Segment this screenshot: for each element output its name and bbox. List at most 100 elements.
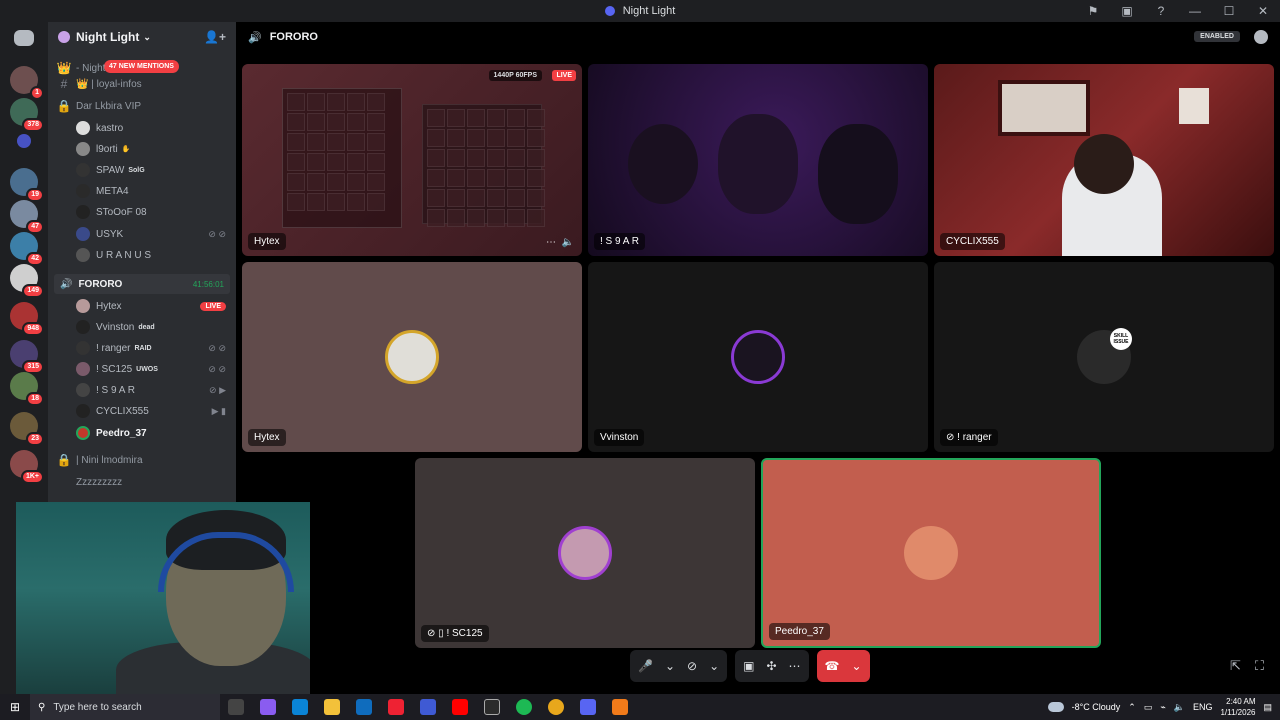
inbox-icon[interactable]: ⚑ (1076, 0, 1110, 22)
file-explorer-icon[interactable] (324, 699, 340, 715)
add-member-icon[interactable]: 👤+ (204, 30, 226, 44)
screen-share-icon[interactable]: ▣ (743, 659, 754, 673)
notification-icon[interactable]: ▤ (1263, 702, 1272, 713)
voice-user[interactable]: SPAW SolG (76, 160, 226, 180)
volume-icon[interactable]: ⋯ 🔈 (546, 237, 574, 248)
chevron-down-icon[interactable]: ⌄ (665, 659, 675, 673)
user-tag: UWOS (136, 365, 158, 373)
live-badge: LIVE (552, 70, 576, 81)
chevron-down-icon[interactable]: ⌄ (709, 659, 719, 673)
guild-icon[interactable]: 315 (10, 340, 44, 374)
inventory-slot (347, 113, 365, 131)
youtube-icon[interactable] (452, 699, 468, 715)
guild-icon[interactable]: 149 (10, 264, 44, 298)
guild-icon[interactable]: 42 (10, 232, 44, 266)
popout-icon[interactable]: ⇱ (1230, 658, 1241, 674)
windows-start-icon[interactable]: ⊞ (0, 694, 30, 720)
chrome-icon[interactable] (548, 699, 564, 715)
mic-controls: 🎤 ⌄ ⊘ ⌄ (630, 650, 728, 682)
inventory-slot (307, 113, 325, 131)
voice-user[interactable]: ! S 9 A R ⊘ ▶ (76, 380, 226, 400)
discord-home-icon[interactable] (14, 30, 34, 46)
guild-icon[interactable]: 948 (10, 302, 44, 336)
battery-icon[interactable]: ▭ (1144, 702, 1153, 713)
video-tile[interactable]: ! S 9 A R (588, 64, 928, 256)
user-name: SToOoF 08 (96, 206, 147, 218)
spotify-icon[interactable] (516, 699, 532, 715)
fullscreen-icon[interactable]: ⛶ (1255, 658, 1264, 674)
guild-icon[interactable]: 18 (10, 372, 44, 406)
voice-user[interactable]: ! SC125 UWOS ⊘ ⊘ (76, 359, 226, 379)
weather-text[interactable]: -8°C Cloudy (1072, 702, 1121, 712)
avatar-tile[interactable]: Hytex (242, 262, 582, 452)
help-icon[interactable]: ? (1144, 0, 1178, 22)
avatar (76, 299, 90, 313)
voice-user[interactable]: Peedro_37 (76, 423, 226, 443)
folder-icon[interactable] (17, 134, 31, 148)
voice-user[interactable]: Hytex LIVE (76, 296, 226, 316)
close-button[interactable]: ✕ (1246, 0, 1280, 22)
voice-user[interactable]: Vvinston dead (76, 317, 226, 337)
voice-user[interactable]: kastro (76, 118, 226, 138)
guild-icon[interactable]: 23 (10, 412, 44, 446)
voice-user[interactable]: l9orti ✋ (76, 139, 226, 159)
guild-icon[interactable]: 1 (10, 66, 44, 100)
discord-icon[interactable] (580, 699, 596, 715)
channel-nini-lmodmira[interactable]: 🔒 | Nini lmodmira (56, 450, 232, 470)
minimize-button[interactable]: — (1178, 0, 1212, 22)
chat-icon[interactable] (1254, 30, 1268, 44)
chart-app-icon[interactable] (420, 699, 436, 715)
channel-loyal-infos[interactable]: # 👑 | loyal-infos (56, 74, 232, 94)
channel-dar-lkbira-vip[interactable]: 🔒 Dar Lkbira VIP (56, 96, 232, 116)
activities-icon[interactable]: ✣ (766, 659, 776, 673)
user-name: U R A N U S (96, 249, 152, 261)
voice-channel-fororo[interactable]: 🔊 FORORO 41:56:01 (54, 274, 230, 294)
maximize-button[interactable]: ☐ (1212, 0, 1246, 22)
inventory-slot (447, 209, 465, 227)
camera-off-icon[interactable]: ⊘ (687, 659, 697, 673)
inventory-slot (467, 129, 485, 147)
app-icon[interactable] (612, 699, 628, 715)
stream-tile[interactable]: 1440P 60FPS LIVE Hytex ⋯ 🔈 (242, 64, 582, 256)
outlook-icon[interactable] (356, 699, 372, 715)
enabled-badge[interactable]: ENABLED (1194, 31, 1240, 42)
muted-icon: ⊘ ⊘ (208, 228, 226, 239)
taskbar-search[interactable]: ⚲ Type here to search (30, 694, 220, 720)
system-tray: -8°C Cloudy ⌃ ▭ ⌁ 🔈 ENG 2:40 AM 1/11/202… (1047, 694, 1272, 720)
voice-user[interactable]: USYK ⊘ ⊘ (76, 224, 226, 244)
inventory-slot (347, 173, 365, 191)
window-titlebar: Night Light ⚑ ▣ ? — ☐ ✕ (0, 0, 1280, 22)
channel-zzzz[interactable]: Zzzzzzzzz (56, 472, 232, 492)
more-icon[interactable]: ⋯ (789, 659, 801, 673)
disconnect-button[interactable]: ☎ ⌄ (816, 650, 870, 682)
clock[interactable]: 2:40 AM 1/11/2026 (1220, 696, 1255, 718)
voice-user[interactable]: SToOoF 08 (76, 202, 226, 222)
volume-icon[interactable]: 🔈 (1174, 702, 1185, 713)
avatar-tile[interactable]: ⊘ ▯ ! SC125 (415, 458, 755, 648)
guild-icon[interactable]: 1K+ (10, 450, 44, 484)
avatar (76, 205, 90, 219)
yandex-icon[interactable] (388, 699, 404, 715)
copilot-icon[interactable] (260, 699, 276, 715)
voice-user[interactable]: CYCLIX555 ▶ ▮ (76, 401, 226, 421)
voice-user[interactable]: U R A N U S (76, 245, 226, 265)
edge-icon[interactable] (292, 699, 308, 715)
chevron-up-icon[interactable]: ⌃ (1128, 702, 1136, 713)
video-tile[interactable]: CYCLIX555 (934, 64, 1274, 256)
guild-icon[interactable]: 47 (10, 200, 44, 234)
avatar-tile[interactable]: SKILL ISSUE ⊘ ! ranger (934, 262, 1274, 452)
network-icon[interactable]: ⌁ (1160, 702, 1165, 713)
microphone-icon[interactable]: 🎤 (638, 659, 653, 673)
guild-icon[interactable]: 19 (10, 168, 44, 202)
voice-user[interactable]: META4 (76, 181, 226, 201)
avatar-tile[interactable]: Peedro_37 (761, 458, 1101, 648)
voice-user[interactable]: ! ranger RAID ⊘ ⊘ (76, 338, 226, 358)
screen-icon[interactable]: ▣ (1110, 0, 1144, 22)
task-view-icon[interactable] (228, 699, 244, 715)
avatar-tile[interactable]: Vvinston (588, 262, 928, 452)
steam-icon[interactable] (484, 699, 500, 715)
server-header[interactable]: Night Light ⌄ 👤+ (48, 22, 236, 52)
guild-icon[interactable]: 378 (10, 98, 44, 132)
voice-timer: 41:56:01 (192, 279, 224, 289)
language-indicator[interactable]: ENG (1193, 702, 1213, 712)
